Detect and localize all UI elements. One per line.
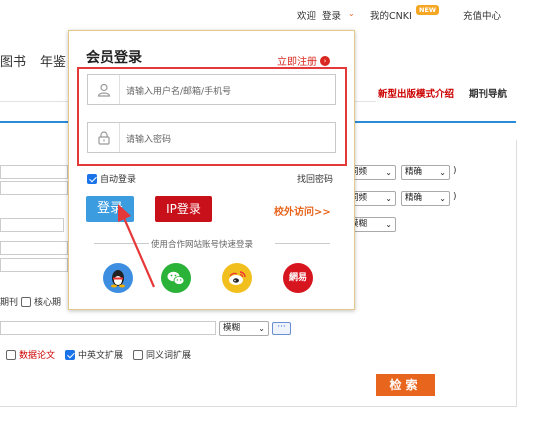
top-login-link[interactable]: 登录	[322, 8, 341, 22]
register-link[interactable]: 立即注册 ›	[277, 53, 330, 68]
auto-login-checkbox[interactable]	[87, 173, 97, 184]
paren-text: )	[453, 166, 457, 176]
ip-login-button[interactable]: IP登录	[155, 196, 212, 222]
synonym-ext-label: 同义词扩展	[146, 351, 192, 361]
search-input-6[interactable]	[0, 321, 216, 335]
data-paper-label: 数据论文	[19, 351, 56, 361]
chevron-down-icon: ⌄	[439, 194, 446, 203]
search-input-3[interactable]	[0, 218, 64, 232]
core-journal-label: 核心期	[34, 298, 62, 308]
journal-filter-row: 期刊 核心期	[0, 295, 61, 308]
chevron-down-icon[interactable]: ⌄	[348, 9, 355, 18]
my-cnki-link[interactable]: 我的CNKI	[370, 8, 412, 22]
recharge-link[interactable]: 充值中心	[463, 8, 501, 22]
forgot-password-link[interactable]: 找回密码	[297, 172, 333, 185]
chevron-down-icon: ⌄	[385, 168, 392, 177]
auto-login-label: 自动登录	[100, 175, 137, 185]
fuzzy-select-2[interactable]: 模糊 ⌄	[219, 321, 269, 336]
qq-login-icon[interactable]	[103, 263, 133, 293]
highlight-frame	[77, 67, 347, 166]
divider	[94, 243, 149, 244]
wechat-login-icon[interactable]	[161, 263, 191, 293]
core-journal-checkbox[interactable]	[21, 296, 32, 307]
synonym-ext-checkbox[interactable]	[133, 349, 144, 360]
search-input-1[interactable]	[0, 165, 68, 179]
search-input-4[interactable]	[0, 241, 68, 255]
match-select-1[interactable]: 精确 ⌄	[401, 165, 450, 180]
tab-books[interactable]: 图书	[0, 51, 26, 70]
chevron-down-icon: ⌄	[385, 220, 392, 229]
weibo-login-icon[interactable]	[222, 263, 252, 293]
tab-yearbook[interactable]: 年鉴	[40, 51, 66, 70]
search-button[interactable]: 检索	[376, 374, 435, 396]
new-badge: NEW	[416, 5, 440, 15]
journal-nav-link[interactable]: 期刊导航	[469, 86, 507, 100]
cn-en-ext-label: 中英文扩展	[78, 351, 124, 361]
cn-en-ext-checkbox[interactable]	[65, 349, 76, 360]
divider	[275, 243, 330, 244]
login-dialog: 会员登录 立即注册 › 请输入用户名/邮箱/手机号 请输入密码 自动登录 找回密…	[68, 30, 355, 310]
netease-login-icon[interactable]: 網易	[283, 263, 313, 293]
match-select-2[interactable]: 精确 ⌄	[401, 191, 450, 206]
search-input-2[interactable]	[0, 181, 68, 195]
arrow-right-icon: ›	[320, 55, 330, 66]
new-publishing-mode-link[interactable]: 新型出版模式介绍	[378, 86, 454, 100]
more-options-button[interactable]: ···	[272, 322, 291, 335]
auto-login[interactable]: 自动登录	[87, 172, 136, 185]
dialog-title: 会员登录	[86, 50, 142, 66]
chevron-down-icon: ⌄	[258, 324, 265, 333]
offsite-access-link[interactable]: 校外访问>>	[274, 203, 331, 218]
chevron-down-icon: ⌄	[385, 194, 392, 203]
search-input-5[interactable]	[0, 258, 68, 272]
paren-text: )	[453, 192, 457, 202]
data-paper-checkbox[interactable]	[6, 349, 16, 360]
extension-options-row: 数据论文 中英文扩展 同义词扩展	[6, 348, 191, 361]
third-party-login-text: 使用合作网站账号快速登录	[151, 240, 254, 250]
login-button[interactable]: 登录	[86, 196, 134, 222]
chevron-down-icon: ⌄	[439, 168, 446, 177]
welcome-text: 欢迎	[297, 11, 317, 22]
top-bar: 欢迎 登录 ⌄ 我的CNKI NEW 充值中心	[0, 0, 554, 28]
journal-label: 期刊	[0, 298, 19, 308]
